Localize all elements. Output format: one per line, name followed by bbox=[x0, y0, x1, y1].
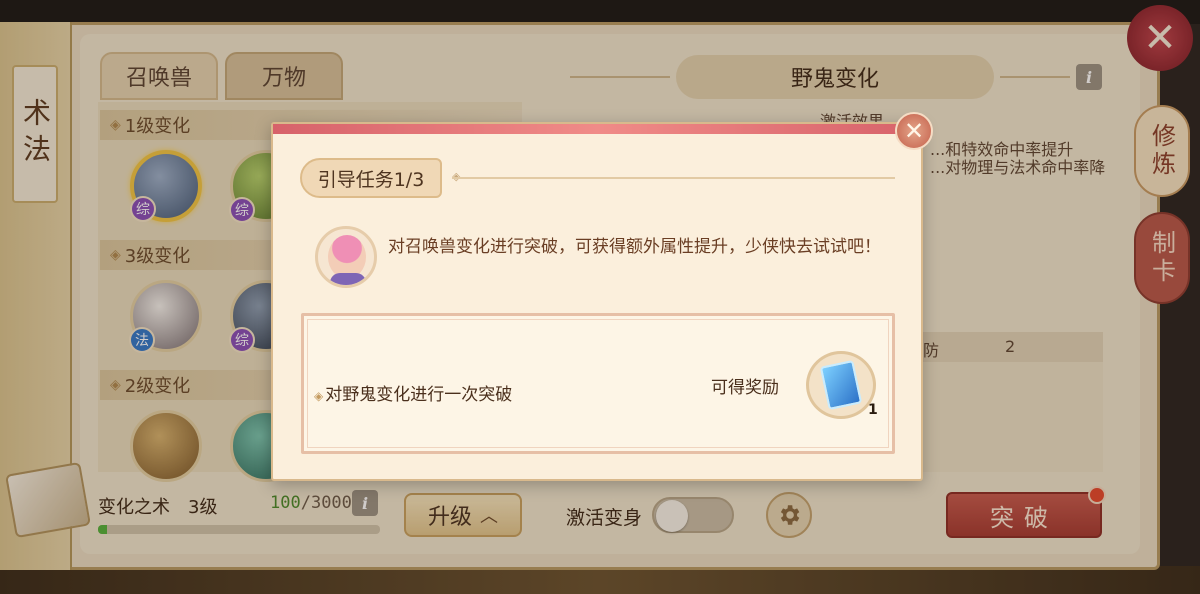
reward-item[interactable] bbox=[806, 351, 876, 419]
task-divider bbox=[452, 177, 895, 179]
task-tag-label: 引导任务1/3 bbox=[317, 168, 425, 191]
reward-card-icon bbox=[819, 359, 863, 411]
dialog-top-bar bbox=[273, 124, 921, 134]
task-tag: 引导任务1/3 bbox=[300, 158, 442, 198]
reward-label: 可得奖励 bbox=[711, 378, 779, 398]
reward-count: 1 bbox=[868, 402, 878, 418]
diamond-icon: ◈ bbox=[314, 389, 324, 403]
close-icon: ✕ bbox=[903, 117, 925, 145]
guide-text: 对召唤兽变化进行突破，可获得额外属性提升，少侠快去试试吧！ bbox=[388, 237, 881, 257]
dialog-close-button[interactable]: ✕ bbox=[895, 112, 933, 150]
task-description: ◈ 对野鬼变化进行一次突破 bbox=[314, 380, 512, 405]
task-description-text: 对野鬼变化进行一次突破 bbox=[325, 385, 513, 405]
npc-avatar bbox=[315, 226, 377, 288]
